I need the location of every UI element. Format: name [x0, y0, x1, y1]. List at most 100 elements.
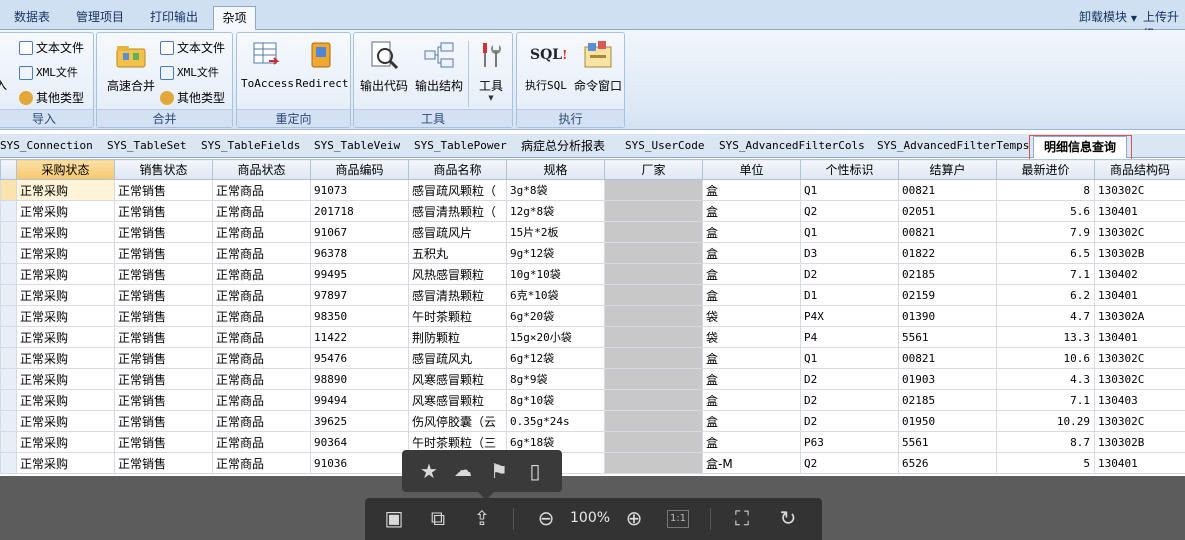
table-cell[interactable]: 盒: [702, 347, 801, 369]
table-cell[interactable]: 盒: [702, 431, 801, 453]
open-external-icon[interactable]: ⧉: [425, 506, 451, 530]
table-cell[interactable]: 正常销售: [114, 179, 213, 201]
bookmark-star-icon[interactable]: ⚑: [486, 459, 512, 483]
table-cell[interactable]: 97897: [310, 284, 409, 306]
rotate-icon[interactable]: ↻: [775, 506, 801, 530]
row-indicator[interactable]: [0, 410, 17, 432]
table-cell[interactable]: 5561: [898, 326, 997, 348]
table-cell[interactable]: 5561: [898, 431, 997, 453]
table-row[interactable]: 正常采购 正常销售 正常商品 99494 风寒感冒颗粒 8g*10袋 盒 D2 02185 7.1…: [0, 389, 1185, 411]
table-cell[interactable]: 10g*10袋: [506, 263, 605, 285]
row-indicator[interactable]: [0, 305, 17, 327]
table-cell[interactable]: 12g*8袋: [506, 200, 605, 222]
zoom-out-icon[interactable]: ⊖: [533, 506, 559, 530]
table-row[interactable]: 正常采购 正常销售 正常商品 201718 感冒清热颗粒（ 12g*8袋 盒 Q2 02051 5…: [0, 200, 1185, 222]
table-cell[interactable]: Q2: [800, 200, 899, 222]
table-cell[interactable]: 午时茶颗粒: [408, 305, 507, 327]
table-cell[interactable]: 7.1: [996, 389, 1095, 411]
manufacturer-cell-redacted[interactable]: [604, 200, 703, 222]
manufacturer-cell-redacted[interactable]: [604, 305, 703, 327]
row-indicator[interactable]: [0, 242, 17, 264]
command-window-button[interactable]: 命令窗口: [572, 39, 624, 94]
manufacturer-cell-redacted[interactable]: [604, 221, 703, 243]
table-cell[interactable]: 正常商品: [212, 200, 311, 222]
table-cell[interactable]: 00821: [898, 179, 997, 201]
table-cell[interactable]: 6.5: [996, 242, 1095, 264]
table-cell[interactable]: 伤风停胶囊（云: [408, 410, 507, 432]
table-cell[interactable]: 98890: [310, 368, 409, 390]
tab-sys-usercode[interactable]: SYS_UserCode: [625, 136, 704, 158]
row-indicator[interactable]: [0, 347, 17, 369]
table-row[interactable]: 正常采购 正常销售 正常商品 91073 感冒疏风颗粒（ 3g*8袋 盒 Q1 00821 8 13…: [0, 179, 1185, 201]
import-other-type-button[interactable]: 其他类型: [19, 88, 84, 108]
table-cell[interactable]: 130302A: [1094, 305, 1185, 327]
import-partial-button[interactable]: 入: [0, 75, 7, 95]
table-cell[interactable]: 感冒疏风颗粒（: [408, 179, 507, 201]
table-cell[interactable]: 00821: [898, 347, 997, 369]
table-cell[interactable]: Q2: [800, 452, 899, 474]
table-cell[interactable]: 正常商品: [212, 326, 311, 348]
row-indicator[interactable]: [0, 284, 17, 306]
table-cell[interactable]: D3: [800, 242, 899, 264]
table-cell[interactable]: 130401: [1094, 200, 1185, 222]
table-cell[interactable]: 15g×20小袋: [506, 326, 605, 348]
table-cell[interactable]: 正常销售: [114, 368, 213, 390]
table-cell[interactable]: 130401: [1094, 326, 1185, 348]
table-cell[interactable]: 正常采购: [16, 305, 115, 327]
table-cell[interactable]: D2: [800, 263, 899, 285]
table-cell[interactable]: 01903: [898, 368, 997, 390]
table-cell[interactable]: 正常采购: [16, 326, 115, 348]
table-cell[interactable]: 130401: [1094, 284, 1185, 306]
table-cell[interactable]: Q1: [800, 221, 899, 243]
to-access-button[interactable]: ToAccess: [241, 39, 294, 90]
column-header[interactable]: 商品名称: [408, 159, 507, 180]
table-cell[interactable]: 5.6: [996, 200, 1095, 222]
table-cell[interactable]: 风寒感冒颗粒: [408, 368, 507, 390]
table-cell[interactable]: 4.7: [996, 305, 1095, 327]
table-cell[interactable]: 8g*9袋: [506, 368, 605, 390]
table-cell[interactable]: 袋: [702, 326, 801, 348]
tab-sys-connection[interactable]: SYS_Connection: [0, 136, 93, 158]
row-indicator[interactable]: [0, 326, 17, 348]
ribbon-tab-print-output[interactable]: 打印输出: [140, 6, 208, 30]
table-cell[interactable]: 正常商品: [212, 368, 311, 390]
table-cell[interactable]: 4.3: [996, 368, 1095, 390]
table-cell[interactable]: 130402: [1094, 263, 1185, 285]
table-cell[interactable]: 感冒疏风片: [408, 221, 507, 243]
table-cell[interactable]: 正常销售: [114, 431, 213, 453]
table-cell[interactable]: 正常销售: [114, 242, 213, 264]
column-header[interactable]: 商品状态: [212, 159, 311, 180]
table-cell[interactable]: 6g*20袋: [506, 305, 605, 327]
table-cell[interactable]: 正常采购: [16, 284, 115, 306]
table-cell[interactable]: D2: [800, 410, 899, 432]
table-cell[interactable]: 正常采购: [16, 452, 115, 474]
table-cell[interactable]: 01390: [898, 305, 997, 327]
table-cell[interactable]: 正常销售: [114, 410, 213, 432]
table-row[interactable]: 正常采购 正常销售 正常商品 98890 风寒感冒颗粒 8g*9袋 盒 D2 01903 4.3 1…: [0, 368, 1185, 390]
table-cell[interactable]: 正常销售: [114, 284, 213, 306]
save-icon[interactable]: ▣: [381, 506, 407, 530]
table-cell[interactable]: 02185: [898, 263, 997, 285]
table-cell[interactable]: 盒: [702, 242, 801, 264]
table-cell[interactable]: 正常商品: [212, 179, 311, 201]
table-cell[interactable]: 01950: [898, 410, 997, 432]
table-cell[interactable]: 91036: [310, 452, 409, 474]
table-cell[interactable]: 5: [996, 452, 1095, 474]
table-cell[interactable]: 96378: [310, 242, 409, 264]
table-cell[interactable]: D2: [800, 389, 899, 411]
table-cell[interactable]: 感冒清热颗粒（: [408, 200, 507, 222]
table-cell[interactable]: 盒: [702, 410, 801, 432]
table-cell[interactable]: 袋: [702, 305, 801, 327]
column-header[interactable]: 商品编码: [310, 159, 409, 180]
table-cell[interactable]: 8g*10袋: [506, 389, 605, 411]
table-row[interactable]: 正常采购 正常销售 正常商品 39625 伤风停胶囊（云 0.35g*24s 盒 D2 0195…: [0, 410, 1185, 432]
table-cell[interactable]: 6.2: [996, 284, 1095, 306]
row-indicator[interactable]: [0, 200, 17, 222]
table-cell[interactable]: 6克*10袋: [506, 284, 605, 306]
table-cell[interactable]: 00821: [898, 221, 997, 243]
table-cell[interactable]: 正常销售: [114, 347, 213, 369]
cloud-icon[interactable]: ☁: [450, 459, 476, 483]
table-cell[interactable]: 90364: [310, 431, 409, 453]
table-cell[interactable]: 正常销售: [114, 389, 213, 411]
table-cell[interactable]: 201718: [310, 200, 409, 222]
